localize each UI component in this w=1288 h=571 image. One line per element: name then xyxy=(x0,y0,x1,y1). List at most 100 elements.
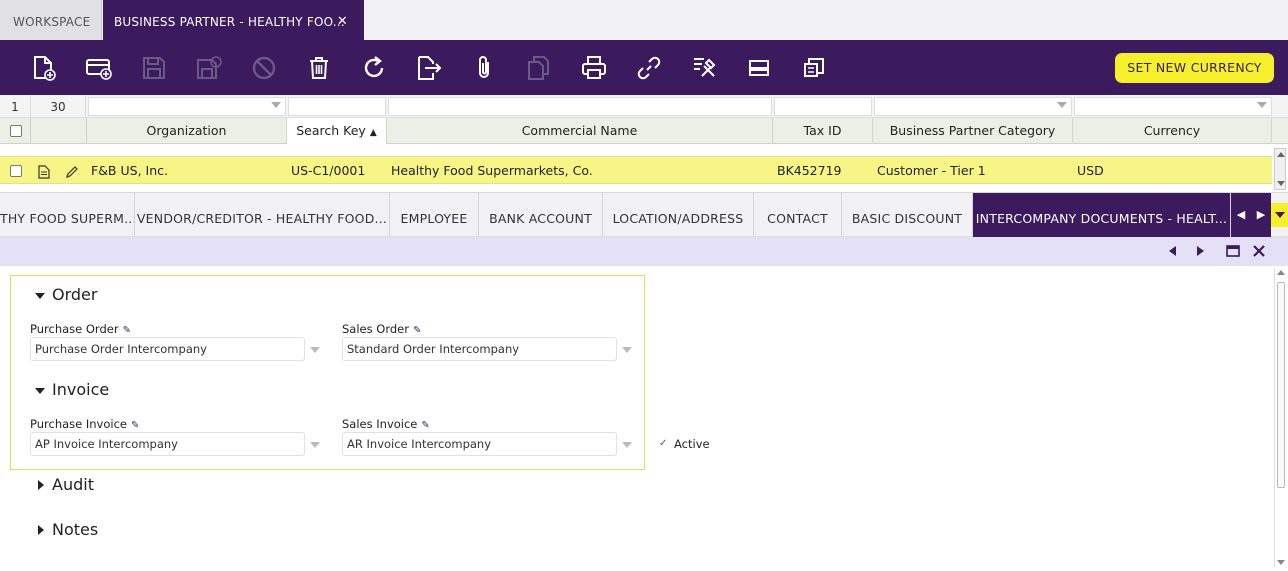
section-order[interactable]: Order xyxy=(52,285,97,304)
header-organization[interactable]: Organization xyxy=(87,118,287,144)
refresh-icon[interactable] xyxy=(360,54,388,82)
header-category[interactable]: Business Partner Category xyxy=(873,118,1073,144)
scroll-down-icon[interactable] xyxy=(1277,181,1285,186)
tab-contact[interactable]: CONTACT xyxy=(754,193,842,237)
subtab-bar: THY FOOD SUPERM... VENDOR/CREDITOR - HEA… xyxy=(0,193,1288,237)
header-currency[interactable]: Currency xyxy=(1073,118,1272,144)
sales-invoice-label: Sales Invoice ✎ xyxy=(342,417,430,431)
tab-customer[interactable]: THY FOOD SUPERM... xyxy=(0,193,135,237)
cell-tax-id: BK452719 xyxy=(777,163,842,178)
total-count: 30 xyxy=(31,95,86,118)
scroll-thumb[interactable] xyxy=(1277,282,1285,488)
chevron-down-icon[interactable] xyxy=(310,442,320,448)
tab-scroll-left-icon[interactable]: ◀ xyxy=(1231,193,1251,237)
filter-organization[interactable] xyxy=(88,97,286,116)
header-tax-id[interactable]: Tax ID xyxy=(773,118,873,144)
scroll-up-icon[interactable] xyxy=(1277,152,1285,157)
purchase-invoice-label-text: Purchase Invoice xyxy=(30,417,127,431)
grid-scrollbar[interactable] xyxy=(1274,148,1286,190)
document-icon[interactable] xyxy=(38,164,50,183)
header-search-key[interactable]: Search Key ▲ xyxy=(287,118,387,144)
layout-icon[interactable] xyxy=(745,54,773,82)
filter-commercial-name[interactable] xyxy=(388,97,772,116)
cell-category: Customer - Tier 1 xyxy=(877,163,986,178)
app-window: WORKSPACE BUSINESS PARTNER - HEALTHY FOO… xyxy=(0,0,1288,571)
chevron-down-icon[interactable] xyxy=(622,347,632,353)
filter-currency[interactable] xyxy=(1074,97,1272,116)
save-close-icon[interactable] xyxy=(195,54,223,82)
previous-record-icon[interactable] xyxy=(1165,243,1181,259)
purchase-invoice-field[interactable]: AP Invoice Intercompany xyxy=(30,432,305,456)
sales-order-field[interactable]: Standard Order Intercompany xyxy=(342,337,617,361)
main-toolbar: SET NEW CURRENCY xyxy=(0,40,1288,95)
next-record-icon[interactable] xyxy=(1192,243,1208,259)
expand-audit-icon[interactable] xyxy=(38,480,44,490)
collapse-order-icon[interactable] xyxy=(35,293,45,299)
purchase-invoice-label: Purchase Invoice ✎ xyxy=(30,417,139,431)
section-notes[interactable]: Notes xyxy=(52,520,98,539)
pin-icon: ✎ xyxy=(412,325,422,336)
detail-toolbar xyxy=(0,237,1288,266)
export-icon[interactable] xyxy=(415,54,443,82)
section-audit[interactable]: Audit xyxy=(52,475,94,494)
collapse-invoice-icon[interactable] xyxy=(35,388,45,394)
sales-invoice-field[interactable]: AR Invoice Intercompany xyxy=(342,432,617,456)
section-invoice[interactable]: Invoice xyxy=(52,380,109,399)
undo-icon[interactable] xyxy=(250,54,278,82)
more-tabs-button[interactable] xyxy=(1271,203,1288,227)
cell-organization: F&B US, Inc. xyxy=(91,163,168,178)
new-document-icon[interactable] xyxy=(30,54,58,82)
tools-icon[interactable] xyxy=(690,54,718,82)
chevron-down-icon xyxy=(1057,102,1067,108)
tab-scroll-right-icon[interactable]: ▶ xyxy=(1251,193,1271,237)
select-all-checkbox[interactable] xyxy=(10,125,22,137)
chevron-down-icon xyxy=(1275,212,1285,218)
sales-order-label-text: Sales Order xyxy=(342,322,409,336)
edit-pencil-icon[interactable] xyxy=(65,164,79,183)
scroll-down-icon[interactable] xyxy=(1277,560,1285,565)
form-scrollbar[interactable] xyxy=(1274,268,1287,567)
save-icon[interactable] xyxy=(140,54,168,82)
scroll-up-icon[interactable] xyxy=(1277,270,1285,275)
filter-search-key[interactable] xyxy=(288,97,386,116)
tab-location-address[interactable]: LOCATION/ADDRESS xyxy=(603,193,754,237)
tab-workspace[interactable]: WORKSPACE xyxy=(0,0,102,40)
link-icon[interactable] xyxy=(635,54,663,82)
active-checkbox[interactable]: ✓ xyxy=(659,439,669,449)
sales-order-label: Sales Order ✎ xyxy=(342,322,421,336)
intercompany-form: Order Purchase Order ✎ Purchase Order Int… xyxy=(0,266,1288,571)
filter-row: 1 30 xyxy=(0,95,1288,118)
attachment-icon[interactable] xyxy=(470,54,498,82)
row-checkbox[interactable] xyxy=(10,165,22,177)
table-row[interactable]: F&B US, Inc. US-C1/0001 Healthy Food Sup… xyxy=(0,156,1272,184)
delete-icon[interactable] xyxy=(305,54,333,82)
expand-notes-icon[interactable] xyxy=(38,525,44,535)
chevron-down-icon[interactable] xyxy=(622,442,632,448)
filter-category[interactable] xyxy=(874,97,1072,116)
copy-icon[interactable] xyxy=(525,54,553,82)
maximize-icon[interactable] xyxy=(1225,243,1241,259)
partial-row-below xyxy=(0,185,1272,192)
set-new-currency-button[interactable]: SET NEW CURRENCY xyxy=(1115,53,1274,83)
translate-icon[interactable] xyxy=(800,54,828,82)
header-select-all[interactable] xyxy=(0,118,31,144)
filter-tax-id[interactable] xyxy=(774,97,872,116)
print-icon[interactable] xyxy=(580,54,608,82)
tab-basic-discount[interactable]: BASIC DISCOUNT xyxy=(842,193,973,237)
new-row-icon[interactable] xyxy=(85,54,113,82)
tab-business-partner-label: BUSINESS PARTNER - HEALTHY FOO... xyxy=(114,15,345,29)
grid-header: Organization Search Key ▲ Commercial Nam… xyxy=(0,118,1288,144)
tab-vendor-creditor[interactable]: VENDOR/CREDITOR - HEALTHY FOOD... xyxy=(135,193,390,237)
header-commercial-name[interactable]: Commercial Name xyxy=(387,118,773,144)
business-partner-grid: 1 30 Organization Search Key ▲ Commercia… xyxy=(0,95,1288,193)
tab-intercompany-documents[interactable]: INTERCOMPANY DOCUMENTS - HEALT... xyxy=(973,193,1231,237)
pin-icon: ✎ xyxy=(131,420,140,431)
close-form-icon[interactable] xyxy=(1251,243,1267,259)
tab-bank-account[interactable]: BANK ACCOUNT xyxy=(479,193,603,237)
cell-search-key: US-C1/0001 xyxy=(291,163,366,178)
tab-employee[interactable]: EMPLOYEE xyxy=(390,193,479,237)
close-tab-icon[interactable]: ✕ xyxy=(337,0,348,44)
tab-business-partner[interactable]: BUSINESS PARTNER - HEALTHY FOO... ✕ xyxy=(103,0,364,40)
chevron-down-icon[interactable] xyxy=(310,347,320,353)
purchase-order-field[interactable]: Purchase Order Intercompany xyxy=(30,337,305,361)
